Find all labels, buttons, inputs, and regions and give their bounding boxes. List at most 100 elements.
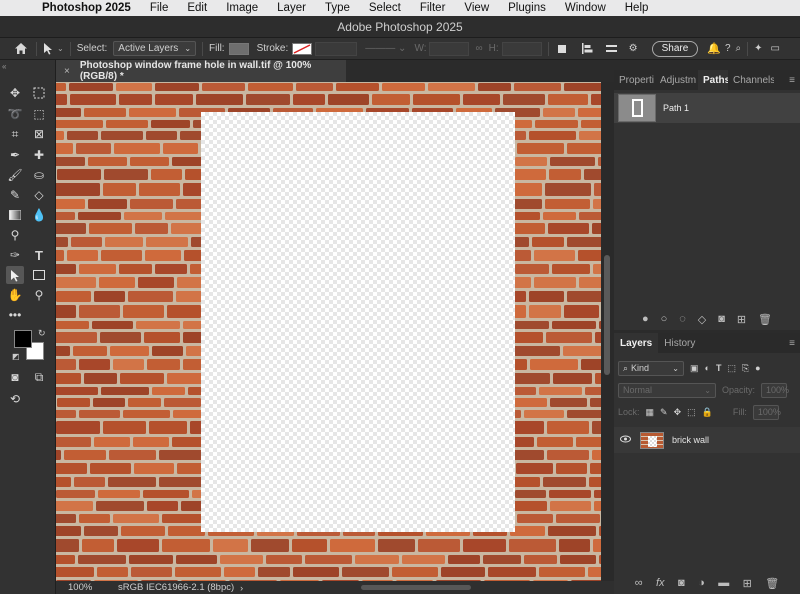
add-mask-icon[interactable]: ◙ [678,577,685,589]
gear-icon[interactable]: ⚙ [629,43,638,54]
gradient-tool-icon[interactable] [6,206,24,224]
brush-tool-icon[interactable]: 🖌 [6,166,24,184]
zoom-tool-icon[interactable]: ⚲ [30,286,48,304]
hand-tool-icon[interactable]: ✋ [6,286,24,304]
horizontal-scroll-thumb[interactable] [361,585,471,590]
link-layers-icon[interactable]: ∞ [635,577,643,589]
path-selection-tool-icon[interactable]: ⌄ [43,42,64,55]
load-selection-icon[interactable]: ◌ [679,313,686,325]
lock-all-icon[interactable]: 🔒 [702,407,713,418]
crop-tool-icon[interactable]: ⌗ [6,125,24,143]
adjustment-layer-icon[interactable]: ◑ [698,577,705,589]
filter-pixel-icon[interactable]: ▣ [690,363,699,374]
tab-paths[interactable]: Paths [698,70,728,90]
canvas[interactable] [56,82,601,581]
menu-edit[interactable]: Edit [187,2,207,14]
fill-field[interactable]: 100% [752,404,781,420]
notifications-icon[interactable]: 🔔 [707,42,721,55]
eye-icon[interactable] [620,435,632,445]
eraser-tool-icon[interactable]: ◇ [30,186,48,204]
fill-path-icon[interactable]: ● [642,313,649,325]
path-operations-icon[interactable] [555,44,569,54]
marquee-tool-icon[interactable] [30,84,48,102]
lock-artboard-icon[interactable]: ⬚ [687,407,696,418]
menu-help[interactable]: Help [625,2,649,14]
path-row[interactable]: Path 1 [614,93,800,123]
menu-image[interactable]: Image [226,2,258,14]
path-alignment-icon[interactable] [581,43,595,54]
pen-tool-icon[interactable]: ✑ [6,246,24,264]
status-menu-chevron-icon[interactable]: › [240,583,243,593]
dodge-tool-icon[interactable]: ⚲ [6,226,24,244]
tab-layers[interactable]: Layers [614,333,659,353]
select-dropdown[interactable]: Active Layers ⌄ [113,41,197,56]
zoom-level[interactable]: 100% [68,582,112,593]
width-field[interactable] [429,41,470,56]
make-work-path-icon[interactable]: ◇ [698,313,706,326]
type-tool-icon[interactable]: T [30,246,48,264]
more-tools-icon[interactable]: ••• [6,306,24,324]
delete-path-icon[interactable]: 🗑 [758,313,772,326]
filter-type-icon[interactable]: T [716,363,722,373]
lasso-tool-icon[interactable]: ➰ [6,105,24,123]
close-icon[interactable]: × [64,66,70,77]
layer-style-icon[interactable]: fx [656,577,665,589]
tab-history[interactable]: History [658,333,701,353]
workspace-icon[interactable]: ▭ [771,43,780,54]
layer-row[interactable]: brick wall [614,427,800,453]
quick-mask-icon[interactable]: ◙ [6,368,24,386]
menu-photoshop[interactable]: Photoshop 2025 [42,2,131,14]
home-icon[interactable] [14,42,30,55]
path-selection-tool-icon[interactable] [6,266,24,284]
blur-tool-icon[interactable]: 💧 [30,206,48,224]
share-button[interactable]: Share [651,40,699,57]
new-path-icon[interactable]: ⊞ [737,313,746,326]
lock-position-icon[interactable]: ✥ [674,407,682,418]
link-dimensions-icon[interactable]: ∞ [475,43,482,54]
new-layer-icon[interactable]: ⊞ [743,577,752,590]
opacity-field[interactable]: 100% [761,382,789,398]
menu-file[interactable]: File [150,2,169,14]
default-colors-icon[interactable]: ◩ [12,352,20,361]
menu-view[interactable]: View [464,2,489,14]
tab-properties[interactable]: Properti [614,70,655,90]
stroke-width-field[interactable] [315,41,358,56]
rectangle-tool-icon[interactable] [30,266,48,284]
stroke-path-icon[interactable]: ○ [661,313,668,325]
panel-menu-icon[interactable]: ≡ [789,333,795,353]
swap-colors-icon[interactable]: ↻ [38,328,46,339]
menu-plugins[interactable]: Plugins [508,2,546,14]
eyedropper-tool-icon[interactable]: ✒ [6,146,24,164]
healing-brush-tool-icon[interactable]: ✚ [30,146,48,164]
add-mask-icon[interactable]: ◙ [718,313,725,325]
foreground-color-swatch[interactable] [14,330,32,348]
vertical-scroll-thumb[interactable] [604,255,610,375]
height-field[interactable] [501,41,542,56]
menu-filter[interactable]: Filter [420,2,446,14]
tab-adjustments[interactable]: Adjustm [655,70,698,90]
discover-icon[interactable]: ✦ [754,43,762,54]
filter-toggle-icon[interactable]: ● [755,363,760,373]
menu-select[interactable]: Select [369,2,401,14]
screen-mode-icon[interactable]: ⧉ [30,368,48,386]
menu-window[interactable]: Window [565,2,606,14]
fill-swatch[interactable] [228,42,249,55]
filter-shape-icon[interactable]: ⬚ [727,363,736,374]
path-arrangement-icon[interactable] [605,43,619,54]
blend-mode-dropdown[interactable]: Normal ⌄ [618,382,716,398]
stroke-swatch[interactable] [292,42,313,55]
edit-toolbar-icon[interactable]: ⟲ [6,390,24,408]
vertical-scrollbar[interactable] [601,82,614,581]
tab-channels[interactable]: Channels [728,70,774,90]
filter-smart-object-icon[interactable]: ⎘ [742,363,749,374]
new-group-icon[interactable]: ▬ [718,577,729,589]
clone-stamp-tool-icon[interactable]: ⛀ [30,166,48,184]
search-icon[interactable]: ⌕ [736,43,742,54]
delete-layer-icon[interactable]: 🗑 [765,577,779,590]
filter-adjustment-icon[interactable]: ◐ [705,363,710,373]
frame-tool-icon[interactable]: ⊠ [30,125,48,143]
menu-type[interactable]: Type [325,2,350,14]
move-tool-icon[interactable]: ✥ [6,84,24,102]
filter-kind-dropdown[interactable]: ⌕ Kind ⌄ [618,360,684,376]
menu-layer[interactable]: Layer [277,2,306,14]
